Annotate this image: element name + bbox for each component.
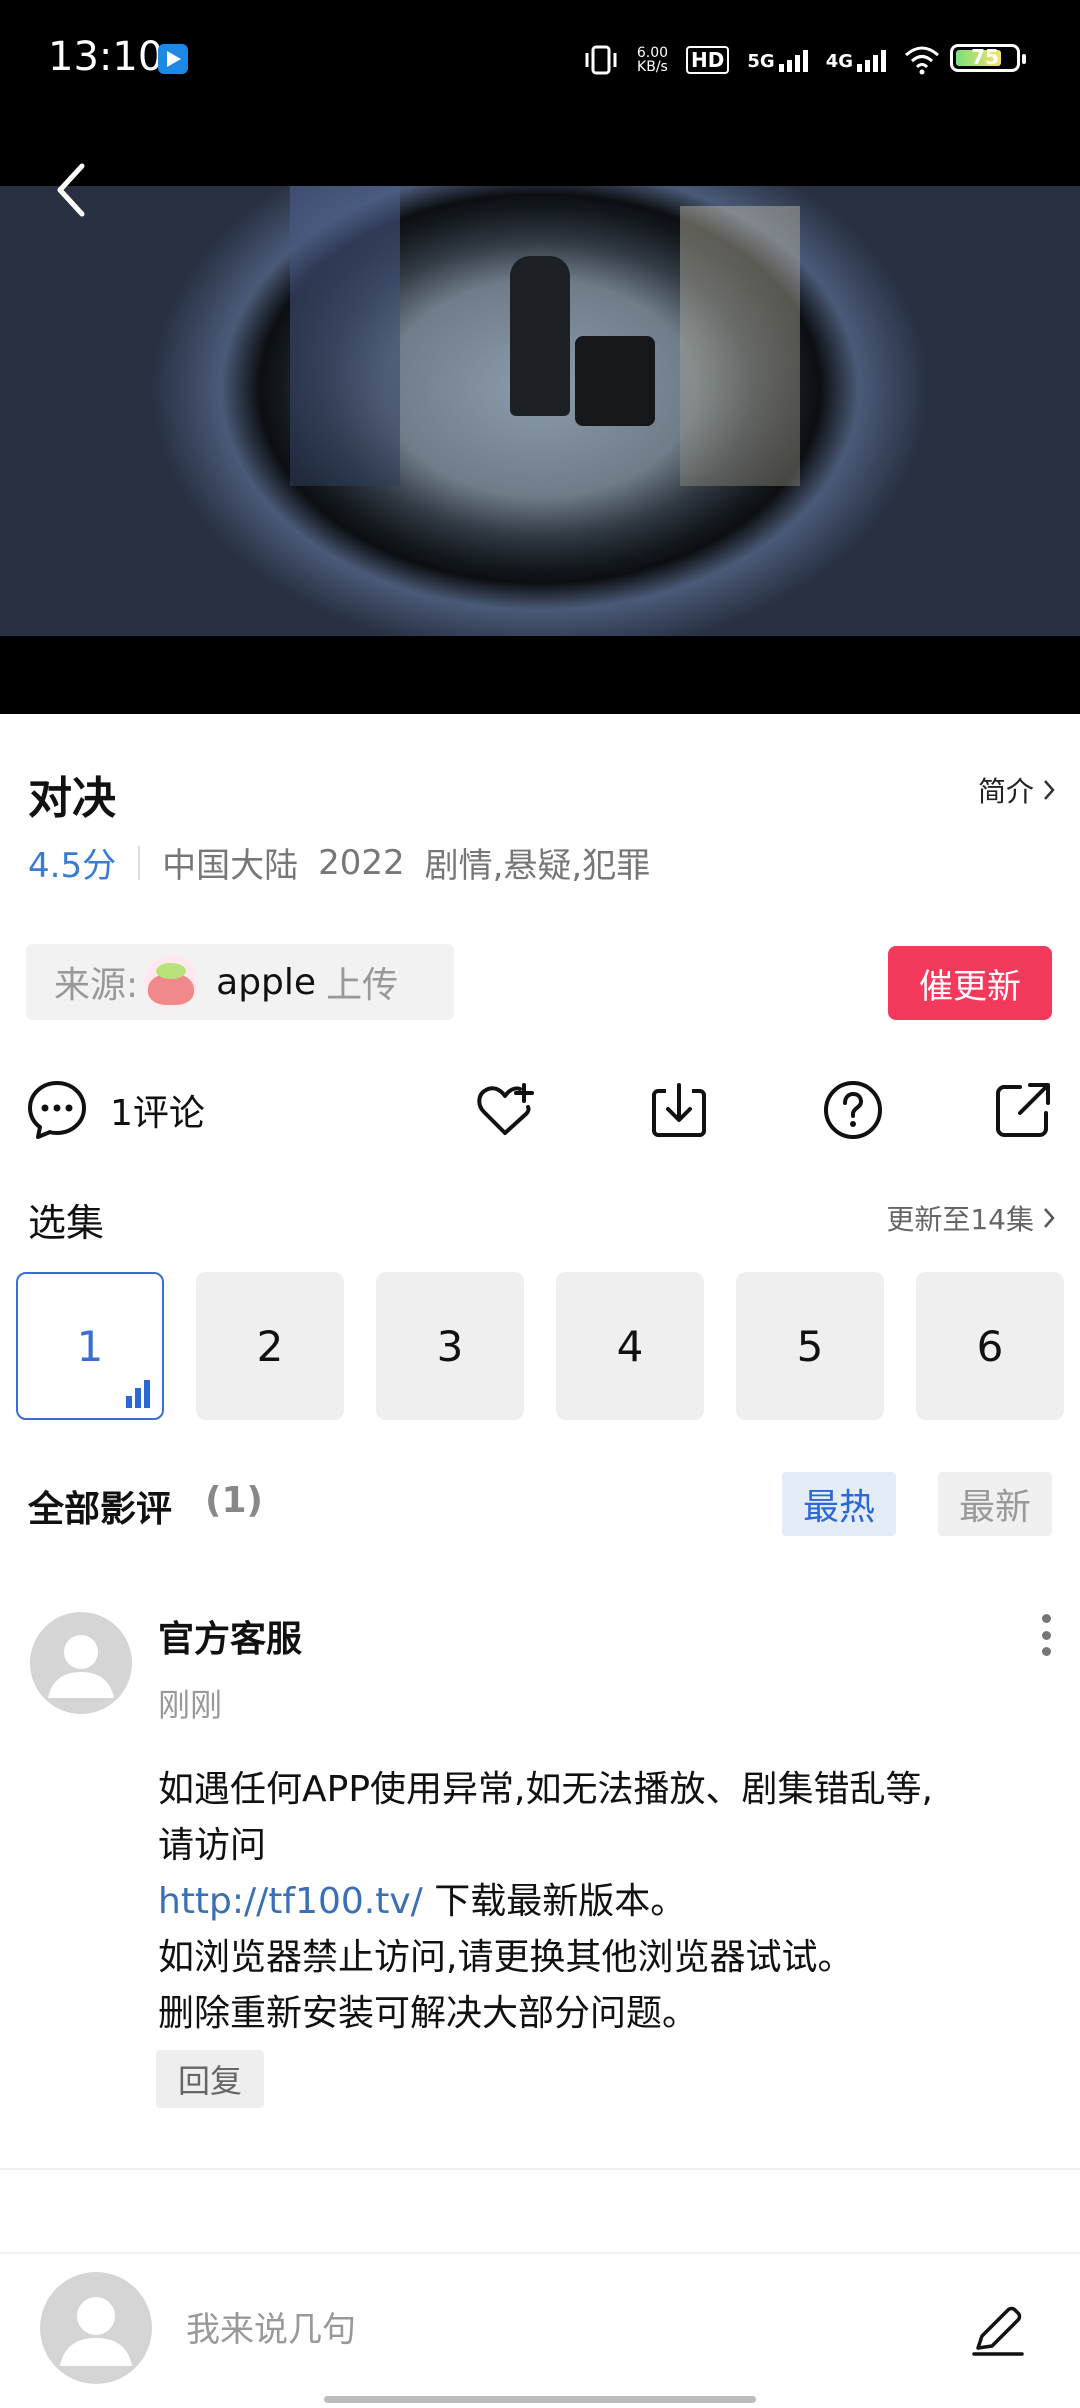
comment-text: 下载最新版本。 — [422, 1881, 687, 1922]
comment-line: 如浏览器禁止访问,请更换其他浏览器试试。 — [158, 1937, 854, 1978]
comment-icon — [28, 1081, 86, 1139]
status-time: 13:10 — [48, 34, 164, 80]
signal-bars-icon — [857, 48, 886, 72]
episode-item-2[interactable]: 2 — [196, 1272, 344, 1420]
urge-update-button[interactable]: 催更新 — [888, 946, 1052, 1020]
net-speed-unit: KB/s — [637, 59, 668, 75]
home-indicator[interactable] — [324, 2396, 756, 2403]
user-icon — [48, 1635, 114, 1698]
download-icon — [652, 1083, 706, 1137]
episodes-title: 选集 — [28, 1201, 105, 1245]
battery-icon: 75 — [950, 44, 1026, 72]
reply-button[interactable]: 回复 — [156, 2050, 264, 2108]
episode-item-6[interactable]: 6 — [916, 1272, 1064, 1420]
net-speed: 6.00 KB/s — [637, 46, 668, 74]
status-icons: 6.00 KB/s HD 5G 4G — [583, 40, 940, 80]
comment-line: http://tf100.tv/ 下载最新版本。 — [158, 1874, 1038, 1930]
sim1-net-type: 5G — [747, 51, 775, 72]
signal-bars-icon — [778, 48, 808, 72]
source-box: 来源: apple 上传 — [26, 944, 454, 1020]
episode-item-4[interactable]: 4 — [556, 1272, 704, 1420]
back-chevron-left-icon[interactable] — [50, 160, 90, 220]
tab-new[interactable]: 最新 — [938, 1472, 1052, 1536]
meta-divider — [138, 845, 141, 880]
comment-line: 请访问 — [158, 1825, 267, 1866]
tab-hot[interactable]: 最热 — [782, 1472, 896, 1536]
comment-action[interactable]: 1评论 — [26, 1072, 205, 1148]
comment-line: 删除重新安装可解决大部分问题。 — [158, 1993, 699, 2034]
movie-title: 对决 — [28, 773, 116, 824]
chevron-right-icon — [1044, 1208, 1055, 1228]
region: 中国大陆 — [162, 846, 299, 886]
comment-input[interactable]: 我来说几句 — [186, 2302, 356, 2351]
action-row: 1评论 — [26, 1072, 1056, 1148]
comment-time: 刚刚 — [158, 1686, 223, 1724]
episodes-update-link[interactable]: 更新至14集 — [886, 1198, 1056, 1238]
battery-level: 75 — [971, 45, 999, 69]
download-action[interactable] — [648, 1072, 710, 1148]
uploader-avatar — [144, 955, 199, 1009]
intro-label: 简介 — [977, 775, 1034, 808]
intro-link[interactable]: 简介 — [978, 770, 1056, 810]
episode-item-1[interactable]: 1 — [16, 1272, 164, 1420]
app-notification-icon — [158, 44, 188, 74]
reviews-title: 全部影评 — [28, 1489, 173, 1530]
sim2-net-type: 4G — [825, 51, 853, 72]
edit-pencil-icon[interactable] — [968, 2300, 1028, 2360]
episode-item-5[interactable]: 5 — [736, 1272, 884, 1420]
sim2-signal: 4G — [826, 48, 886, 72]
comment-body: 如遇任何APP使用异常,如无法播放、剧集错乱等, 请访问 http://tf10… — [158, 1762, 1038, 2042]
video-player[interactable] — [0, 120, 1080, 714]
episode-item-3[interactable]: 3 — [376, 1272, 524, 1420]
hd-icon: HD — [686, 46, 730, 74]
help-icon — [824, 1081, 882, 1139]
upload-label: 上传 — [326, 965, 399, 1006]
episode-number: 1 — [76, 1321, 104, 1371]
divider — [0, 2168, 1080, 2170]
divider — [0, 2252, 1080, 2254]
status-bar: 13:10 6.00 KB/s HD 5G 4G 75 — [0, 0, 1080, 120]
uploader-name: apple — [216, 961, 317, 1003]
comment-author: 官方客服 — [158, 1619, 303, 1660]
share-icon — [996, 1083, 1050, 1137]
movie-meta: 4.5分 中国大陆 2022 剧情,悬疑,犯罪 — [28, 838, 670, 887]
genres: 剧情,悬疑,犯罪 — [424, 846, 651, 886]
year: 2022 — [318, 842, 405, 883]
favorite-action[interactable] — [474, 1072, 536, 1148]
comment-line: 如遇任何APP使用异常,如无法播放、剧集错乱等, — [158, 1769, 933, 1810]
user-icon — [60, 2297, 132, 2366]
my-avatar[interactable] — [40, 2272, 152, 2384]
favorite-add-icon — [477, 1083, 534, 1135]
commenter-avatar[interactable] — [30, 1612, 132, 1714]
wifi-icon — [905, 46, 939, 75]
sim1-signal: 5G — [747, 48, 808, 72]
comment-link[interactable]: http://tf100.tv/ — [158, 1881, 423, 1922]
share-action[interactable] — [992, 1072, 1054, 1148]
help-action[interactable] — [822, 1072, 884, 1148]
reviews-count: (1) — [205, 1480, 263, 1521]
video-frame — [0, 186, 1080, 636]
episodes-update-label: 更新至14集 — [886, 1203, 1034, 1236]
score: 4.5分 — [28, 846, 117, 886]
net-speed-value: 6.00 — [636, 45, 669, 61]
more-vertical-icon[interactable] — [1040, 1614, 1052, 1656]
source-label: 来源: — [54, 965, 139, 1006]
chevron-right-icon — [1044, 780, 1055, 800]
vibrate-icon — [585, 45, 617, 75]
playing-bars-icon — [126, 1380, 150, 1408]
comment-count: 1评论 — [110, 1093, 205, 1134]
